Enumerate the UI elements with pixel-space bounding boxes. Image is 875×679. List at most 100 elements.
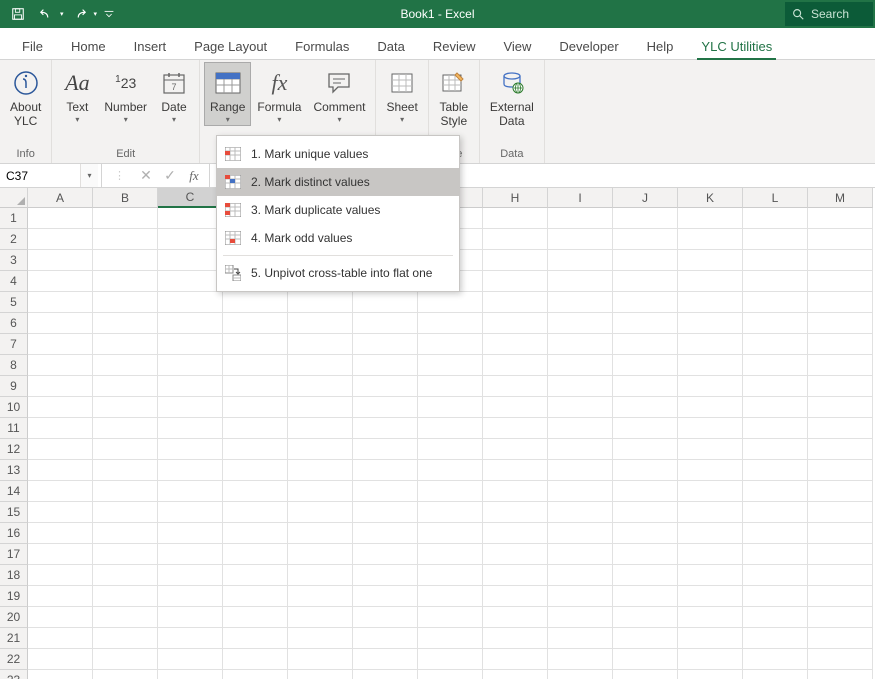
cell[interactable] <box>483 439 548 460</box>
cell[interactable] <box>418 607 483 628</box>
cell[interactable] <box>288 481 353 502</box>
cell[interactable] <box>223 313 288 334</box>
tab-view[interactable]: View <box>489 33 545 59</box>
cell[interactable] <box>548 376 613 397</box>
cell[interactable] <box>743 376 808 397</box>
column-header[interactable]: B <box>93 188 158 208</box>
cell[interactable] <box>808 250 873 271</box>
cell[interactable] <box>483 313 548 334</box>
cell[interactable] <box>353 397 418 418</box>
row-header[interactable]: 23 <box>0 670 28 679</box>
cell[interactable] <box>353 502 418 523</box>
cell[interactable] <box>743 397 808 418</box>
column-header[interactable]: H <box>483 188 548 208</box>
cell[interactable] <box>613 586 678 607</box>
cell[interactable] <box>418 586 483 607</box>
cell[interactable] <box>678 544 743 565</box>
cell[interactable] <box>613 460 678 481</box>
select-all-corner[interactable] <box>0 188 28 208</box>
row-header[interactable]: 8 <box>0 355 28 376</box>
row-header[interactable]: 10 <box>0 397 28 418</box>
cell[interactable] <box>223 523 288 544</box>
cell[interactable] <box>223 586 288 607</box>
cell[interactable] <box>418 439 483 460</box>
cell[interactable] <box>548 439 613 460</box>
tab-ylc-utilities[interactable]: YLC Utilities <box>687 33 786 59</box>
row-header[interactable]: 17 <box>0 544 28 565</box>
cell[interactable] <box>743 229 808 250</box>
cell[interactable] <box>678 481 743 502</box>
row-header[interactable]: 19 <box>0 586 28 607</box>
sheet-button[interactable]: Sheet ▾ <box>380 62 423 126</box>
cell[interactable] <box>158 208 223 229</box>
cell[interactable] <box>353 607 418 628</box>
cancel-button[interactable]: ✕ <box>135 165 157 187</box>
row-header[interactable]: 7 <box>0 334 28 355</box>
insert-function-button[interactable]: fx <box>183 165 205 187</box>
row-header[interactable]: 1 <box>0 208 28 229</box>
row-header[interactable]: 9 <box>0 376 28 397</box>
cell[interactable] <box>158 670 223 679</box>
cell[interactable] <box>158 334 223 355</box>
cell[interactable] <box>483 418 548 439</box>
cell[interactable] <box>678 523 743 544</box>
cell[interactable] <box>158 355 223 376</box>
cell[interactable] <box>678 502 743 523</box>
cell[interactable] <box>678 292 743 313</box>
tab-file[interactable]: File <box>8 33 57 59</box>
cell[interactable] <box>613 376 678 397</box>
cell[interactable] <box>288 565 353 586</box>
cell[interactable] <box>418 649 483 670</box>
row-header[interactable]: 5 <box>0 292 28 313</box>
tab-review[interactable]: Review <box>419 33 490 59</box>
cell[interactable] <box>743 418 808 439</box>
cell[interactable] <box>743 502 808 523</box>
enter-button[interactable]: ✓ <box>159 165 181 187</box>
cell[interactable] <box>678 334 743 355</box>
cell[interactable] <box>808 397 873 418</box>
row-header[interactable]: 11 <box>0 418 28 439</box>
about-ylc-button[interactable]: About YLC <box>4 62 47 131</box>
cell[interactable] <box>93 628 158 649</box>
cell[interactable] <box>548 418 613 439</box>
cell[interactable] <box>28 502 93 523</box>
cell[interactable] <box>353 649 418 670</box>
cell[interactable] <box>743 649 808 670</box>
cell[interactable] <box>613 523 678 544</box>
cell[interactable] <box>93 250 158 271</box>
cell[interactable] <box>613 229 678 250</box>
formula-button[interactable]: fx Formula ▾ <box>251 62 307 126</box>
cell[interactable] <box>483 292 548 313</box>
cell[interactable] <box>353 313 418 334</box>
date-button[interactable]: 7 Date ▾ <box>153 62 195 126</box>
cell[interactable] <box>93 544 158 565</box>
cell[interactable] <box>93 607 158 628</box>
row-header[interactable]: 12 <box>0 439 28 460</box>
cell[interactable] <box>678 439 743 460</box>
column-header[interactable]: I <box>548 188 613 208</box>
cell[interactable] <box>678 649 743 670</box>
cell[interactable] <box>158 229 223 250</box>
cell[interactable] <box>743 523 808 544</box>
cell[interactable] <box>613 628 678 649</box>
cell[interactable] <box>418 523 483 544</box>
cell[interactable] <box>678 355 743 376</box>
row-header[interactable]: 2 <box>0 229 28 250</box>
cell[interactable] <box>223 418 288 439</box>
cell[interactable] <box>483 250 548 271</box>
cell[interactable] <box>613 544 678 565</box>
cell[interactable] <box>808 544 873 565</box>
column-header[interactable]: J <box>613 188 678 208</box>
cell[interactable] <box>28 439 93 460</box>
cell[interactable] <box>288 397 353 418</box>
cell[interactable] <box>613 670 678 679</box>
cell[interactable] <box>353 481 418 502</box>
column-header[interactable]: M <box>808 188 873 208</box>
cell[interactable] <box>93 397 158 418</box>
cell[interactable] <box>28 586 93 607</box>
undo-dropdown-arrow[interactable]: ▾ <box>60 10 64 18</box>
cell[interactable] <box>743 565 808 586</box>
cell[interactable] <box>548 271 613 292</box>
cell[interactable] <box>743 607 808 628</box>
cell[interactable] <box>483 649 548 670</box>
